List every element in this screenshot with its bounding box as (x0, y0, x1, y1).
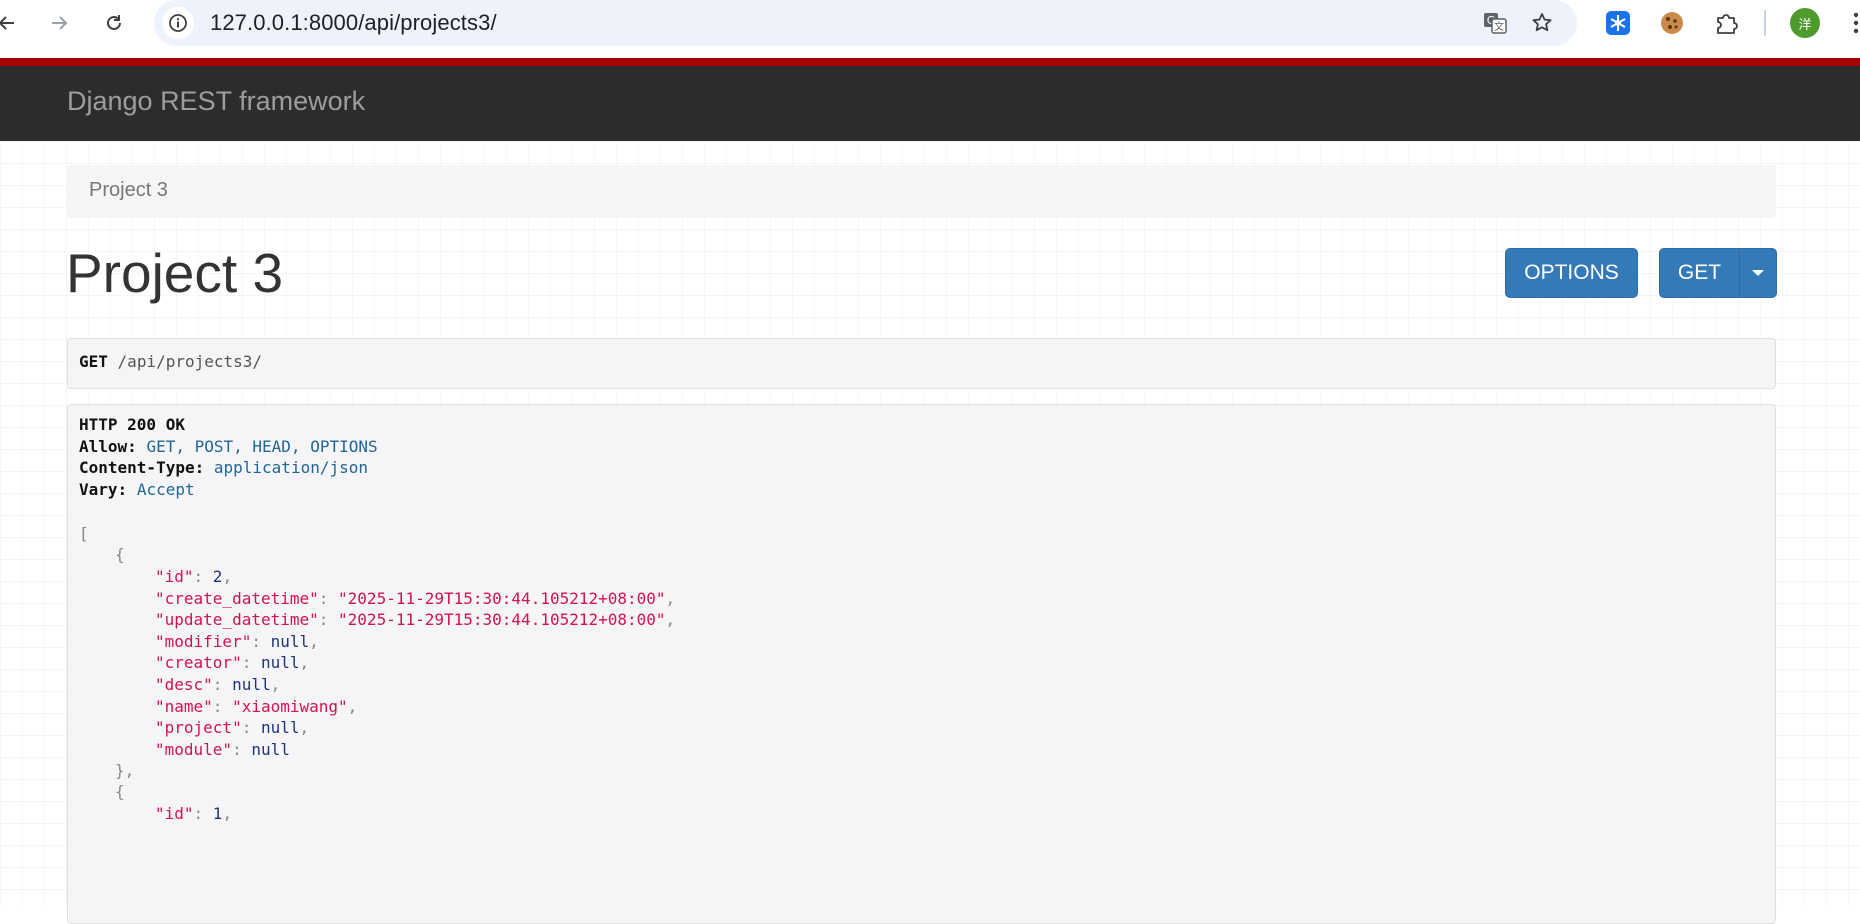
cookie-extension-icon[interactable] (1656, 7, 1688, 39)
request-path: /api/projects3/ (117, 352, 263, 371)
header-value: GET, POST, HEAD, OPTIONS (146, 437, 378, 456)
json-colon: : (241, 718, 261, 738)
json-comma: , (665, 610, 676, 630)
json-field: "project": null, (155, 717, 309, 739)
avatar-initial: 洋 (1798, 16, 1812, 32)
json-value: 2 (212, 567, 223, 586)
site-info-icon[interactable] (162, 7, 194, 39)
json-value: 1 (212, 804, 223, 823)
json-comma: , (270, 675, 281, 694)
breadcrumb: Project 3 (67, 165, 1776, 218)
json-key: "id" (155, 804, 194, 823)
response-header: Vary: Accept (79, 479, 195, 501)
caret-down-icon (1752, 270, 1764, 276)
json-colon: : (193, 804, 213, 823)
json-value: null (260, 653, 300, 673)
header-name: Allow: (79, 437, 137, 456)
toolbar-divider (1764, 10, 1766, 36)
header-value: Accept (136, 480, 195, 499)
response-info: HTTP 200 OK Allow: GET, POST, HEAD, OPTI… (67, 404, 1776, 924)
response-status: HTTP 200 OK (79, 414, 185, 436)
json-value: "2025-11-29T15:30:44.105212+08:00" (338, 588, 666, 608)
breadcrumb-item-current: Project 3 (89, 179, 168, 201)
json-key: "create_datetime" (155, 588, 319, 608)
json-colon: : (318, 610, 339, 630)
json-comma: , (299, 653, 310, 673)
json-key: "project" (155, 718, 242, 738)
snowflake-extension-icon[interactable] (1602, 7, 1634, 39)
back-arrow-icon[interactable] (0, 6, 24, 40)
svg-text:文: 文 (1494, 20, 1504, 33)
json-field: "modifier": null, (155, 631, 319, 653)
json-field: "name": "xiaomiwang", (155, 696, 357, 718)
response-header: Allow: GET, POST, HEAD, OPTIONS (79, 436, 378, 458)
page-title: Project 3 (66, 242, 284, 304)
json-field: "create_datetime": "2025-11-29T15:30:44.… (155, 588, 675, 610)
extensions-puzzle-icon[interactable] (1710, 7, 1742, 39)
json-comma: , (665, 588, 676, 608)
page-content: Project 3 Project 3 OPTIONS GET GET /api… (0, 141, 1860, 924)
json-colon: : (318, 588, 339, 608)
json-value: "2025-11-29T15:30:44.105212+08:00" (338, 610, 666, 630)
json-open-brace: { (115, 782, 125, 801)
json-colon: : (212, 696, 233, 716)
menu-dots-icon[interactable] (1846, 8, 1860, 38)
json-value: null (232, 675, 271, 694)
json-open-brace: { (115, 545, 125, 564)
json-value: null (251, 739, 290, 759)
url-text[interactable]: 127.0.0.1:8000/api/projects3/ (210, 10, 497, 36)
json-field: "desc": null, (155, 674, 280, 696)
options-button[interactable]: OPTIONS (1505, 248, 1638, 298)
json-comma: , (299, 718, 310, 738)
json-colon: : (232, 739, 252, 759)
json-key: "update_datetime" (155, 610, 319, 630)
header-name: Vary: (79, 480, 128, 499)
json-comma: , (347, 696, 358, 716)
json-key: "modifier" (155, 631, 252, 651)
json-key: "name" (155, 696, 213, 716)
navbar-accent-line (0, 58, 1860, 66)
header-value: application/json (213, 458, 368, 477)
address-bar[interactable]: 127.0.0.1:8000/api/projects3/ G文 (154, 0, 1577, 46)
json-value: "xiaomiwang" (232, 696, 348, 716)
browser-toolbar: 127.0.0.1:8000/api/projects3/ G文 洋 (0, 0, 1860, 58)
json-field: "id": 1, (155, 803, 232, 825)
json-colon: : (212, 675, 233, 694)
get-button[interactable]: GET (1659, 248, 1740, 298)
json-key: "creator" (155, 653, 242, 673)
profile-avatar[interactable]: 洋 (1790, 8, 1820, 38)
json-close-brace: }, (115, 761, 135, 780)
json-field: "module": null (155, 739, 290, 761)
json-value: null (270, 631, 310, 651)
json-colon: : (193, 567, 213, 586)
json-value: null (260, 718, 300, 738)
translate-icon[interactable]: G文 (1479, 7, 1511, 39)
request-line: GET /api/projects3/ (79, 352, 262, 371)
request-method: GET (79, 352, 108, 371)
json-open-bracket: [ (79, 524, 89, 543)
json-colon: : (251, 631, 271, 651)
bookmark-star-icon[interactable] (1526, 7, 1558, 39)
json-comma: , (309, 631, 319, 651)
json-key: "id" (155, 567, 194, 586)
response-header: Content-Type: application/json (79, 457, 368, 479)
json-colon: : (241, 653, 261, 673)
navbar: Django REST framework (0, 66, 1860, 141)
get-format-dropdown-toggle[interactable] (1739, 248, 1777, 298)
json-field: "creator": null, (155, 652, 309, 674)
json-field: "id": 2, (155, 566, 232, 588)
navbar-brand[interactable]: Django REST framework (67, 86, 365, 117)
status-text: HTTP 200 OK (79, 415, 185, 434)
forward-arrow-icon[interactable] (42, 6, 76, 40)
request-info: GET /api/projects3/ (67, 338, 1776, 389)
reload-icon[interactable] (97, 6, 131, 40)
header-name: Content-Type: (79, 458, 205, 477)
json-comma: , (222, 804, 233, 823)
json-key: "desc" (155, 675, 213, 694)
json-comma: , (222, 567, 233, 586)
json-field: "update_datetime": "2025-11-29T15:30:44.… (155, 609, 675, 631)
json-key: "module" (155, 739, 233, 759)
